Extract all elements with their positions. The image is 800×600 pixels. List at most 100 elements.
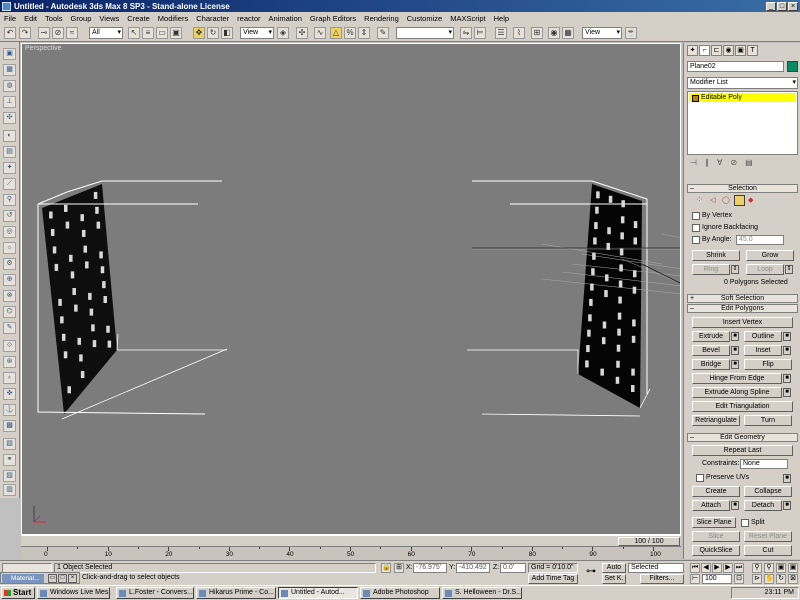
menu-edit[interactable]: Edit [20,14,41,23]
insert-vertex-button[interactable]: Insert Vertex [692,317,793,328]
collapse-button[interactable]: Collapse [744,486,792,497]
rect-select-region-icon[interactable]: ▭ [156,27,168,39]
selection-filter-dropdown[interactable]: All [89,27,123,39]
select-by-name-icon[interactable]: ≡ [142,27,154,39]
slice-plane-button[interactable]: Slice Plane [692,517,736,528]
bridge-settings-button[interactable]: ■ [731,360,739,369]
snaps-toggle-icon[interactable]: ∿ [314,27,326,39]
loop-button[interactable]: Loop [746,264,784,275]
add-time-tag-button[interactable]: Add Time Tag [528,574,578,584]
menu-customize[interactable]: Customize [403,14,446,23]
quickslice-button[interactable]: QuickSlice [692,545,740,556]
ring-spinner[interactable]: ⇕ [731,265,739,274]
extrude-button[interactable]: Extrude [692,331,730,342]
menu-graph-editors[interactable]: Graph Editors [306,14,360,23]
menu-file[interactable]: File [0,14,20,23]
soft-selection-rollout-header[interactable]: + Soft Selection [687,294,798,303]
tool-icon-4[interactable]: ⊥ [3,96,16,108]
mini-close-icon[interactable]: × [68,574,77,583]
tool-icon-18[interactable]: ✎ [3,322,16,334]
motion-tab-icon[interactable]: ◉ [723,45,734,56]
ring-button[interactable]: Ring [692,264,730,275]
angle-snap-icon[interactable]: △ [330,27,342,39]
mirror-icon[interactable]: ⇋ [460,27,472,39]
tool-icon-15[interactable]: ⊕ [3,274,16,286]
tool-icon-2[interactable]: ▦ [3,64,16,76]
menu-rendering[interactable]: Rendering [360,14,403,23]
tool-icon-6[interactable]: ◐ [3,130,16,142]
render-scene-icon[interactable]: ▦ [562,27,574,39]
edit-named-selection-icon[interactable]: ✎ [377,27,389,39]
shrink-button[interactable]: Shrink [692,250,740,261]
window-crossing-icon[interactable]: ▣ [170,27,182,39]
y-coordinate-field[interactable]: -410.492 [456,563,490,573]
detach-settings-button[interactable]: ■ [783,501,791,510]
z-coordinate-field[interactable]: 0.0' [500,563,526,573]
task-3ds-max[interactable]: Untitled - Autod... [278,587,358,599]
key-mode-icon[interactable]: ⊢ [690,574,700,584]
extrude-settings-button[interactable]: ■ [731,332,739,341]
outline-settings-button[interactable]: ■ [783,332,791,341]
curve-editor-icon[interactable]: ⌇ [513,27,525,39]
retriangulate-button[interactable]: Retriangulate [692,415,740,426]
attach-button[interactable]: Attach [692,500,730,511]
attach-list-button[interactable]: ■ [731,501,739,510]
lock-selection-icon[interactable]: 🔒 [381,563,391,573]
auto-key-button[interactable]: Auto [602,563,626,573]
tool-icon-5[interactable]: ✣ [3,112,16,124]
menu-reactor[interactable]: reactor [233,14,264,23]
slice-button[interactable]: Slice [692,531,740,542]
set-key-button[interactable]: Set K. [602,574,626,584]
task-conversation-hikarus[interactable]: Hikarus Prime - Co... [196,587,276,599]
select-rotate-icon[interactable]: ↻ [207,27,219,39]
inset-button[interactable]: Inset [744,345,782,356]
polygon-subobject-icon[interactable] [734,195,745,206]
menu-modifiers[interactable]: Modifiers [154,14,192,23]
tool-icon-12[interactable]: ◎ [3,226,16,238]
configure-modifier-sets-icon[interactable]: ▤ [745,158,753,167]
task-conversation-foster[interactable]: L.Foster - Convers... [116,587,194,599]
perspective-viewport[interactable]: Perspective [21,43,681,535]
bind-space-warp-icon[interactable]: ≈ [66,27,78,39]
remove-modifier-icon[interactable]: ⊘ [730,158,737,167]
minimize-button[interactable]: _ [766,1,776,11]
absolute-mode-icon[interactable]: ⊞ [394,563,404,573]
time-slider[interactable]: 100 / 100 [21,535,681,546]
bevel-settings-button[interactable]: ■ [731,346,739,355]
pan-icon[interactable]: ✋ [764,574,774,584]
utilities-tab-icon[interactable]: T [747,45,758,56]
element-subobject-icon[interactable]: ◆ [748,196,753,204]
tool-icon-8[interactable]: ✦ [3,162,16,174]
hinge-from-edge-button[interactable]: Hinge From Edge [692,373,782,384]
flip-button[interactable]: Flip [744,359,792,370]
tool-icon-22[interactable]: ✜ [3,388,16,400]
next-frame-icon[interactable]: ▶ [723,563,733,573]
split-checkbox[interactable]: Split [741,518,765,527]
task-music-player[interactable]: S. Helloween - Dr.S... [442,587,522,599]
time-slider-thumb[interactable]: 100 / 100 [618,537,680,546]
vertex-subobject-icon[interactable]: ·:· [696,196,703,203]
object-name-field[interactable]: Plane02 [687,61,784,72]
selection-rollout-header[interactable]: – Selection [687,184,798,193]
x-coordinate-field[interactable]: -76.975' [413,563,447,573]
layer-manager-icon[interactable]: ☰ [495,27,507,39]
tool-icon-16[interactable]: ⊗ [3,290,16,302]
mini-restore-icon[interactable]: ▭ [48,574,57,583]
tool-icon-17[interactable]: ⌬ [3,306,16,318]
hierarchy-tab-icon[interactable]: ⊏ [711,45,722,56]
mini-window-title[interactable]: Material... [2,574,44,583]
stack-item-editable-poly[interactable]: Editable Poly [689,93,796,102]
unlink-icon[interactable]: ⊘ [52,27,64,39]
edit-polygons-rollout-header[interactable]: – Edit Polygons [687,304,798,313]
edge-subobject-icon[interactable]: ◁ [710,196,715,204]
tool-icon-21[interactable]: ♁ [3,372,16,384]
pivot-center-icon[interactable]: ◈ [277,27,289,39]
tool-icon-19[interactable]: ⟐ [3,340,16,352]
key-filters-button[interactable]: Filters... [640,574,684,584]
tool-icon-11[interactable]: ↺ [3,210,16,222]
menu-maxscript[interactable]: MAXScript [446,14,489,23]
menu-tools[interactable]: Tools [41,14,67,23]
align-icon[interactable]: ⊨ [474,27,486,39]
inset-settings-button[interactable]: ■ [783,346,791,355]
angle-value-field[interactable]: 45.0 [736,235,784,245]
